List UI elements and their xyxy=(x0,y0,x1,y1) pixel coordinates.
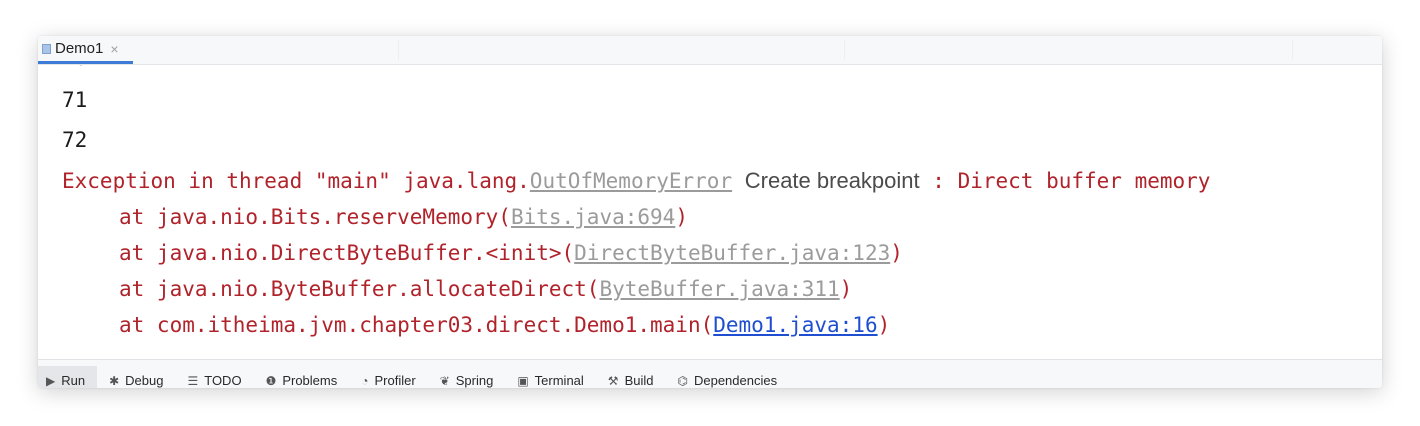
tool-label: Dependencies xyxy=(693,373,778,388)
tool-dependencies[interactable]: ⌬ Dependencies xyxy=(665,366,789,388)
dependencies-icon: ⌬ xyxy=(677,373,688,388)
tool-terminal[interactable]: ▣ Terminal xyxy=(505,366,595,388)
stack-frame-text: ) xyxy=(890,241,903,265)
tool-label: Build xyxy=(624,373,654,388)
stack-frame-text: ) xyxy=(839,277,853,301)
tool-debug[interactable]: ✱ Debug xyxy=(97,366,175,388)
tool-spring[interactable]: ❦ Spring xyxy=(428,366,506,388)
stack-frame: at java.nio.ByteBuffer.allocateDirect(By… xyxy=(119,274,852,304)
tool-label: Debug xyxy=(125,373,164,388)
exception-line: Exception in thread "main" java.lang.Out… xyxy=(62,166,1210,196)
stack-frame: at java.nio.Bits.reserveMemory(Bits.java… xyxy=(119,202,688,232)
tab-divider xyxy=(844,40,845,60)
exception-message: : Direct buffer memory xyxy=(919,169,1211,193)
stack-frame-text: ) xyxy=(877,313,891,337)
tool-run[interactable]: ▶ Run xyxy=(38,366,98,388)
tab-label: Demo1 xyxy=(55,40,104,57)
debug-icon: ✱ xyxy=(109,373,120,388)
build-icon: ⚒ xyxy=(607,373,619,388)
tool-label: TODO xyxy=(204,373,242,388)
console-line: 71 xyxy=(62,88,88,112)
source-link[interactable]: Demo1.java:16 xyxy=(713,313,877,337)
stack-frame-text: at java.nio.ByteBuffer.allocateDirect( xyxy=(119,277,600,301)
console-line: 72 xyxy=(62,128,88,152)
stack-frame-text: at java.nio.DirectByteBuffer.<init>( xyxy=(119,241,575,265)
tool-label: Terminal xyxy=(534,373,584,388)
console-output[interactable]: 70 71 72 Exception in thread "main" java… xyxy=(38,65,1382,359)
tool-label: Problems xyxy=(282,373,338,388)
bottom-tool-window-bar: ▶ Run ✱ Debug ☰ TODO ❶ Problems ◔ Profiler ❦ S… xyxy=(38,359,1382,388)
tool-profiler[interactable]: ◔ Profiler xyxy=(349,366,427,388)
exception-class-link[interactable]: OutOfMemoryError xyxy=(530,169,732,193)
todo-icon: ☰ xyxy=(187,373,199,388)
stack-frame-text: at java.nio.Bits.reserveMemory( xyxy=(119,205,511,229)
tool-label: Profiler xyxy=(374,373,416,388)
stack-frame: at java.nio.DirectByteBuffer.<init>(Dire… xyxy=(119,238,903,268)
console-line: 70 xyxy=(62,65,87,73)
tool-todo[interactable]: ☰ TODO xyxy=(175,366,253,388)
profiler-icon: ◔ xyxy=(361,373,369,388)
exception-prefix: Exception in thread "main" java.lang. xyxy=(62,169,530,193)
source-link[interactable]: ByteBuffer.java:311 xyxy=(599,277,839,301)
tool-problems[interactable]: ❶ Problems xyxy=(254,366,350,388)
close-icon[interactable]: × xyxy=(110,41,118,57)
problems-icon: ❶ xyxy=(265,373,277,388)
stack-frame-text: at com.itheima.jvm.chapter03.direct.Demo… xyxy=(119,313,714,337)
source-link[interactable]: DirectByteBuffer.java:123 xyxy=(574,241,890,265)
stack-frame: at com.itheima.jvm.chapter03.direct.Demo… xyxy=(119,310,890,340)
tab-demo1[interactable]: Demo1 × xyxy=(38,36,133,64)
terminal-icon: ▣ xyxy=(517,373,529,388)
tool-build[interactable]: ⚒ Build xyxy=(596,366,666,388)
tab-bar: Demo1 × xyxy=(38,36,1382,65)
tool-label: Spring xyxy=(455,373,494,388)
spring-icon: ❦ xyxy=(439,373,450,388)
create-breakpoint-hint[interactable]: Create breakpoint xyxy=(745,168,920,193)
tab-divider xyxy=(1292,40,1293,60)
tab-divider xyxy=(398,40,399,60)
tool-label: Run xyxy=(61,373,86,388)
run-config-icon xyxy=(42,43,51,54)
source-link[interactable]: Bits.java:694 xyxy=(511,205,675,229)
run-icon: ▶ xyxy=(46,373,56,388)
stack-frame-text: ) xyxy=(675,205,688,229)
console-window: Demo1 × 70 71 72 Exception in thread "ma… xyxy=(38,36,1382,388)
